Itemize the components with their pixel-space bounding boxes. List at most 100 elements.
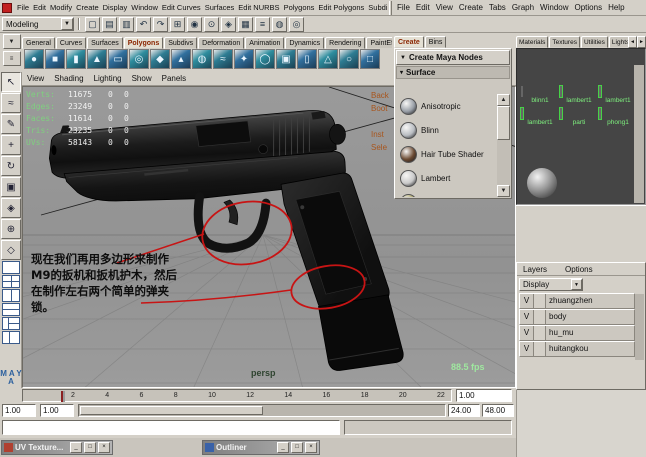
create-panel-tab[interactable]: Bins <box>424 36 447 48</box>
menu-item[interactable]: File <box>15 1 31 14</box>
chevron-down-icon[interactable]: ▼ <box>61 18 73 30</box>
materials-tab[interactable]: Utilities <box>580 36 608 48</box>
animation-end-field[interactable]: 48.00 <box>482 404 514 417</box>
poly-pipe-icon[interactable]: ◍ <box>192 49 212 69</box>
shader-list-scrollbar[interactable]: ▲ ▼ <box>497 94 510 197</box>
shader-anisotropic[interactable]: Anisotropic <box>396 94 497 118</box>
poly-star-icon[interactable]: ✦ <box>234 49 254 69</box>
material-swatch-thumbnail[interactable] <box>598 107 602 120</box>
menu-item[interactable]: Edit <box>413 1 433 14</box>
layers-menu-item[interactable]: Layers <box>521 263 549 276</box>
select-tool[interactable]: ↖ <box>1 72 21 92</box>
shader-lambert[interactable]: Lambert <box>396 166 497 190</box>
menu-item[interactable]: Surfaces <box>203 1 237 14</box>
shelf-tab[interactable]: Dynamics <box>285 37 325 49</box>
layout-two-pane-stacked-button[interactable] <box>2 303 20 316</box>
material-swatch-thumbnail[interactable] <box>598 85 602 98</box>
nurbs-cone-icon[interactable]: △ <box>318 49 338 69</box>
menu-item[interactable]: Create <box>74 1 101 14</box>
menu-item[interactable]: Window <box>537 1 571 14</box>
construction-history-icon[interactable]: ≡ <box>255 16 270 32</box>
layer-color-swatch[interactable] <box>534 310 546 324</box>
tab-scroll-left-icon[interactable]: ◄ <box>628 36 637 48</box>
material-swatch[interactable]: lambert1 <box>520 107 559 127</box>
huitangkou[interactable]: V huitangkou <box>519 341 635 357</box>
snap-plane-icon[interactable]: ◈ <box>221 16 236 32</box>
current-time-field[interactable]: 1.00 <box>456 389 512 402</box>
viewport-menu-item[interactable]: Shading <box>49 72 88 85</box>
poly-cylinder-icon[interactable]: ▮ <box>66 49 86 69</box>
last-tool[interactable]: ◇ <box>1 240 21 260</box>
material-swatch-thumbnail[interactable] <box>520 107 524 120</box>
material-preview-sphere[interactable] <box>527 168 557 198</box>
shelf-tab[interactable]: Animation <box>245 37 285 49</box>
move-tool[interactable]: + <box>1 135 21 155</box>
shelf-tab[interactable]: PaintEffects <box>366 37 392 49</box>
hypershade-work-area[interactable] <box>516 205 646 262</box>
shelf-tab[interactable]: Curves <box>55 37 87 49</box>
shader-layered[interactable]: Layered Shader <box>396 190 497 197</box>
tab-scroll-right-icon[interactable]: ► <box>637 36 646 48</box>
shelf-menu-icon[interactable]: ≡ <box>2 51 21 66</box>
layer-color-swatch[interactable] <box>534 294 546 308</box>
poly-cube-icon[interactable]: ■ <box>45 49 65 69</box>
layout-single-pane-button[interactable] <box>2 261 20 274</box>
layer-color-swatch[interactable] <box>534 342 546 356</box>
playback-end-field[interactable]: 24.00 <box>448 404 480 417</box>
shelf-tab-arrow-icon[interactable]: ▼ <box>2 34 21 49</box>
scale-tool[interactable]: ▣ <box>1 177 21 197</box>
lasso-select-tool[interactable]: ≈ <box>1 93 21 113</box>
material-swatch[interactable]: blinn1 <box>521 86 559 105</box>
surface-section-header[interactable]: ▾ Surface <box>396 66 510 79</box>
chevron-down-icon[interactable]: ▼ <box>571 279 582 290</box>
uv-texture-editor-window[interactable]: UV Texture... _ □ × <box>1 440 113 455</box>
poly-sphere-icon[interactable]: ● <box>24 49 44 69</box>
viewport-menu-item[interactable]: Panels <box>157 72 191 85</box>
nurbs-square-icon[interactable]: □ <box>360 49 380 69</box>
menu-item[interactable]: Window <box>129 1 160 14</box>
shelf-tab[interactable]: General <box>22 37 55 49</box>
minimize-icon[interactable]: _ <box>277 442 289 453</box>
open-scene-icon[interactable]: ▤ <box>102 16 117 32</box>
snap-point-icon[interactable]: ⊙ <box>204 16 219 32</box>
material-swatch[interactable]: phong1 <box>598 107 637 127</box>
shelf-tab[interactable]: Subdivs <box>164 37 198 49</box>
nurbs-cube-icon[interactable]: ▣ <box>276 49 296 69</box>
undo-icon[interactable]: ↶ <box>136 16 151 32</box>
range-slider-track[interactable] <box>78 404 446 417</box>
materials-tab[interactable]: Materials <box>516 36 549 48</box>
maximize-icon[interactable]: □ <box>291 442 303 453</box>
paint-select-tool[interactable]: ✎ <box>1 114 21 134</box>
material-swatch[interactable]: lambert1 <box>559 85 598 105</box>
maximize-icon[interactable]: □ <box>84 442 96 453</box>
universal-manipulator-tool[interactable]: ◈ <box>1 198 21 218</box>
materials-tab[interactable]: Lights <box>608 36 628 48</box>
shelf-tab[interactable]: Rendering <box>325 37 366 49</box>
close-icon[interactable]: × <box>305 442 317 453</box>
menu-item[interactable]: Edit <box>31 1 48 14</box>
render-current-frame-icon[interactable]: ◍ <box>272 16 287 32</box>
swatch-scrollbar[interactable] <box>634 65 644 203</box>
menu-item[interactable]: View <box>433 1 456 14</box>
menu-item[interactable]: Display <box>101 1 130 14</box>
material-swatch-area[interactable]: blinn1 lambert1 lambert1 lambert1 parti <box>516 48 646 205</box>
viewport-menu-item[interactable]: Lighting <box>89 72 127 85</box>
layout-two-pane-side-button[interactable] <box>2 289 20 302</box>
menu-item[interactable]: Graph <box>509 1 537 14</box>
viewport-menu-item[interactable]: View <box>22 72 49 85</box>
poly-pyramid-icon[interactable]: ▴ <box>171 49 191 69</box>
material-swatch[interactable]: lambert1 <box>598 85 637 105</box>
shelf-tab[interactable]: Deformation <box>198 37 245 49</box>
create-panel-tab[interactable]: Create <box>394 36 424 48</box>
material-swatch-thumbnail[interactable] <box>559 107 563 120</box>
poly-cone-icon[interactable]: ▲ <box>87 49 107 69</box>
ipr-render-icon[interactable]: ◎ <box>289 16 304 32</box>
rotate-tool[interactable]: ↻ <box>1 156 21 176</box>
shelf-tab[interactable]: Surfaces <box>87 37 123 49</box>
menu-item[interactable]: File <box>394 1 413 14</box>
create-maya-nodes-button[interactable]: ▼ Create Maya Nodes <box>396 50 510 65</box>
snap-curve-icon[interactable]: ◉ <box>187 16 202 32</box>
scroll-up-icon[interactable]: ▲ <box>497 94 510 106</box>
scroll-down-icon[interactable]: ▼ <box>497 185 510 197</box>
shader-blinn[interactable]: Blinn <box>396 118 497 142</box>
